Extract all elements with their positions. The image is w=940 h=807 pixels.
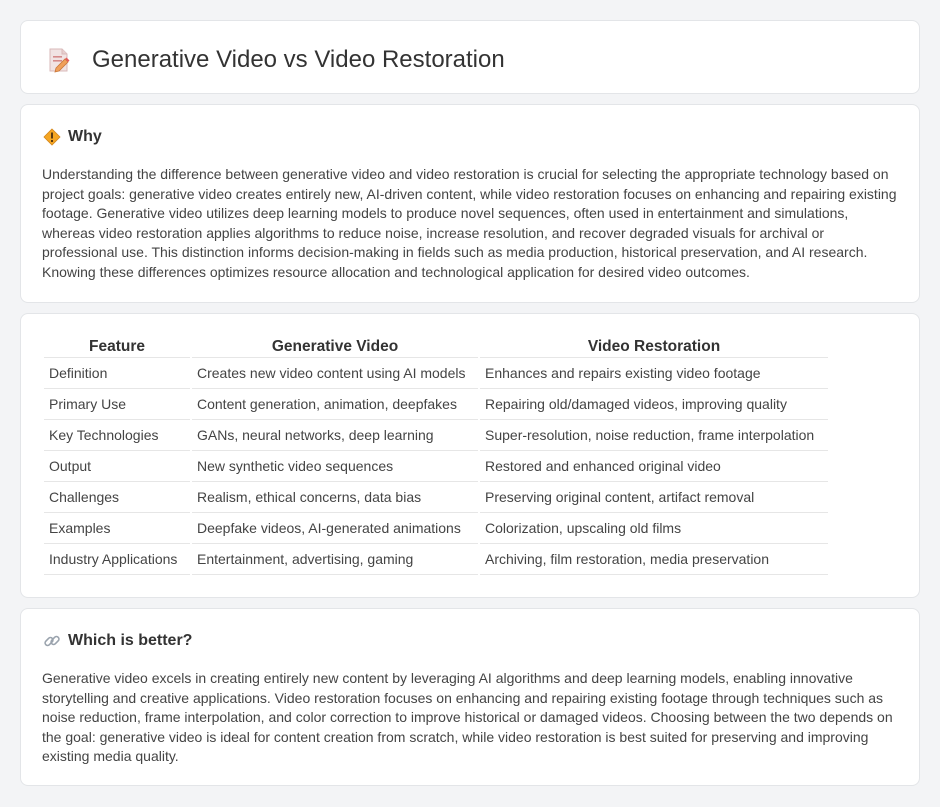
table-cell: Realism, ethical concerns, data bias xyxy=(192,482,478,513)
link-icon xyxy=(43,632,61,650)
which-is-better-heading: Which is better? xyxy=(68,632,193,649)
table-cell: Challenges xyxy=(44,482,190,513)
table-row: Key Technologies GANs, neural networks, … xyxy=(44,420,828,451)
table-row: Primary Use Content generation, animatio… xyxy=(44,389,828,420)
table-cell: Super-resolution, noise reduction, frame… xyxy=(480,420,828,451)
column-header-video-restoration: Video Restoration xyxy=(480,336,828,358)
table-cell: New synthetic video sequences xyxy=(192,451,478,482)
why-card: Why Understanding the difference between… xyxy=(20,104,920,303)
table-cell: Output xyxy=(44,451,190,482)
table-cell: Examples xyxy=(44,513,190,544)
document-edit-icon xyxy=(47,47,71,73)
why-paragraph: Understanding the difference between gen… xyxy=(42,166,897,280)
table-cell: Restored and enhanced original video xyxy=(480,451,828,482)
table-cell: Entertainment, advertising, gaming xyxy=(192,544,478,575)
warning-diamond-icon xyxy=(43,128,61,146)
table-cell: Preserving original content, artifact re… xyxy=(480,482,828,513)
title-card: Generative Video vs Video Restoration xyxy=(20,20,920,94)
table-header-row: Feature Generative Video Video Restorati… xyxy=(44,336,828,358)
table-cell: Industry Applications xyxy=(44,544,190,575)
column-header-feature: Feature xyxy=(44,336,190,358)
table-row: Output New synthetic video sequences Res… xyxy=(44,451,828,482)
page-title: Generative Video vs Video Restoration xyxy=(92,46,505,73)
table-cell: Archiving, film restoration, media prese… xyxy=(480,544,828,575)
column-header-generative-video: Generative Video xyxy=(192,336,478,358)
table-row: Examples Deepfake videos, AI-generated a… xyxy=(44,513,828,544)
table-cell: Primary Use xyxy=(44,389,190,420)
table-cell: Repairing old/damaged videos, improving … xyxy=(480,389,828,420)
which-is-better-paragraph: Generative video excels in creating enti… xyxy=(42,670,893,764)
which-is-better-card: Which is better? Generative video excels… xyxy=(20,608,920,786)
table-cell: GANs, neural networks, deep learning xyxy=(192,420,478,451)
table-cell: Key Technologies xyxy=(44,420,190,451)
table-cell: Enhances and repairs existing video foot… xyxy=(480,358,828,389)
comparison-card: Feature Generative Video Video Restorati… xyxy=(20,313,920,598)
comparison-table: Feature Generative Video Video Restorati… xyxy=(42,336,830,575)
table-row: Industry Applications Entertainment, adv… xyxy=(44,544,828,575)
table-cell: Definition xyxy=(44,358,190,389)
table-cell: Deepfake videos, AI-generated animations xyxy=(192,513,478,544)
table-cell: Colorization, upscaling old films xyxy=(480,513,828,544)
why-heading: Why xyxy=(68,128,102,145)
table-cell: Creates new video content using AI model… xyxy=(192,358,478,389)
table-cell: Content generation, animation, deepfakes xyxy=(192,389,478,420)
table-row: Definition Creates new video content usi… xyxy=(44,358,828,389)
table-row: Challenges Realism, ethical concerns, da… xyxy=(44,482,828,513)
